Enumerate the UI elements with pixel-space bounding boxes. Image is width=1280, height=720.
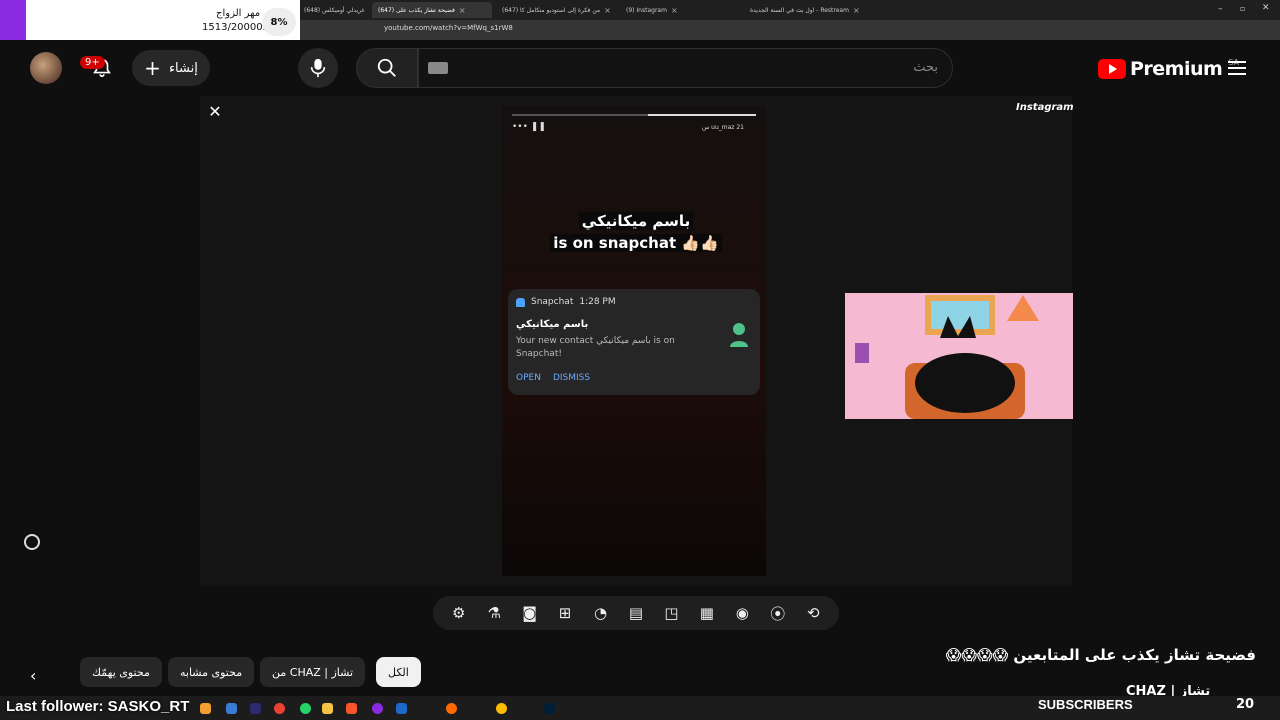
hamburger-menu-icon[interactable] [1228,61,1246,75]
caption-line: is on snapchat 👍🏻👍🏻 [550,234,722,252]
donation-goal-widget: مهر الزواج 1513/20000$ 8% [0,0,300,44]
ai-plus-icon[interactable]: ⊞ [555,604,575,622]
youtube-play-icon [1098,59,1126,79]
avatar[interactable] [30,52,62,84]
notif-open-button: OPEN [516,373,541,383]
video-title: فضيحة تشاز يكذب على المتابعين 😱😱😱😱 [945,646,1256,664]
whatsapp-icon[interactable] [300,703,311,714]
taskbar-app-icon[interactable] [200,703,211,714]
brave-icon[interactable] [346,703,357,714]
flask-icon[interactable]: ⚗ [484,604,504,622]
notif-time: 1:28 PM [579,297,616,307]
clapper-icon[interactable]: ▦ [697,604,717,622]
channel-watermark-icon [24,534,40,550]
story-progress-bar [512,114,756,116]
goal-progress-bar [0,0,26,44]
pip-icon[interactable]: ◳ [661,604,681,622]
speed-icon[interactable]: ◔ [591,604,611,622]
subscribers-label: SUBSCRIBERS [1038,697,1133,712]
notif-dismiss-button: DISMISS [552,373,591,383]
tab-label: (647) من فكرة إلى استوديو متكامل كا [502,6,601,14]
instagram-watermark: Instagram [1016,102,1074,113]
close-window-icon[interactable]: ✕ [1262,3,1270,13]
create-label: إنشاء [168,60,198,76]
subscribers-count: 20 [1236,697,1255,712]
tab-label: اول بث في السنة الجديدة - Restream [750,6,849,14]
contact-avatar-icon [730,323,748,347]
browser-tab[interactable]: اول بث في السنة الجديدة - Restream × [744,2,876,18]
taskbar-app-icon[interactable] [372,703,383,714]
last-follower-overlay: Last follower: SASKO_RT [6,698,190,715]
search-input[interactable] [418,48,953,88]
taskbar-app-icon[interactable] [446,703,457,714]
notif-body: Your new contact باسم ميكانيكي is on Sna… [516,336,675,359]
steam-icon[interactable] [396,703,407,714]
voice-search-button[interactable] [298,48,338,88]
loop-icon[interactable]: ⟲ [803,604,823,622]
chrome-icon[interactable] [274,703,285,714]
goal-value: 1513/20000$ [202,22,269,33]
more-options-icon: ••• ❚❚ [512,122,546,132]
search-button[interactable] [356,48,418,88]
chip-from-channel[interactable]: من CHAZ | تشاز [260,657,366,687]
taskbar-app-icon[interactable] [226,703,237,714]
browser-tab[interactable]: (9) Instagram × [620,2,740,18]
youtube-premium-logo[interactable]: Premium SA [1098,58,1239,80]
logo-text: Premium [1130,58,1223,80]
caption-line: باسم ميكانيكي [578,212,694,230]
snapchat-icon [516,297,525,307]
notification-count-badge: 9+ [80,56,105,69]
close-tab-icon[interactable]: × [459,6,466,15]
camera-icon[interactable]: ◙ [520,604,540,622]
browser-tab[interactable]: (648) غريدلي أوميكلس [298,2,368,18]
search-placeholder: بحث [913,60,938,75]
cinema-icon[interactable]: ▤ [626,604,646,622]
chip-related[interactable]: محتوى مشابه [168,657,255,687]
snapchat-notification: Snapchat 1:28 PM باسم ميكانيكي Your new c… [508,289,760,395]
browser-tab-active[interactable]: (647) فضيحة تشاز يكذب على × [372,2,492,18]
webcam-overlay [845,293,1073,419]
close-tab-icon[interactable]: × [604,6,611,15]
photoshop-icon[interactable] [544,703,555,714]
chevron-left-icon[interactable]: ‹ [30,666,36,685]
close-tab-icon[interactable]: × [853,6,860,15]
view-icon[interactable]: ◉ [732,604,752,622]
folder-icon[interactable] [322,703,333,714]
create-button[interactable]: إنشاء + [132,50,210,86]
plus-icon: + [144,56,161,80]
close-icon[interactable]: ✕ [206,102,224,121]
tab-label: (648) غريدلي أوميكلس [304,6,365,14]
story-caption: باسم ميكانيكي is on snapchat 👍🏻👍🏻 [546,210,726,254]
player-toolbar: ⚙ ⚗ ◙ ⊞ ◔ ▤ ◳ ▦ ◉ ⦿ ⟲ [433,596,839,630]
tab-label: (647) فضيحة تشاز يكذب على [378,6,455,14]
taskbar-app-icon[interactable] [496,703,507,714]
search-icon [377,58,396,77]
goal-title: مهر الزواج [216,8,261,19]
story-user: uu_maz 21 س [701,124,744,131]
minimize-icon[interactable]: – [1218,4,1223,14]
maximize-icon[interactable]: ▫ [1240,4,1245,13]
notif-app: Snapchat [531,297,574,307]
taskbar-app-icon[interactable] [250,703,261,714]
gear-icon[interactable]: ⚙ [449,604,469,622]
microphone-icon [310,58,326,78]
close-tab-icon[interactable]: × [671,6,678,15]
cartoon-fox-image [845,293,1073,419]
keyboard-icon[interactable] [428,62,448,74]
chip-for-you[interactable]: محتوى يهمّك [80,657,162,687]
tab-label: (9) Instagram [626,6,667,14]
browser-tab[interactable]: (647) من فكرة إلى استوديو متكامل كا × [496,2,616,18]
chip-all[interactable]: الكل [376,657,421,687]
broadcast-icon[interactable]: ⦿ [768,604,788,623]
goal-percent: 8% [262,8,296,36]
url-field[interactable]: youtube.com/watch?v=MfWq_s1rW8 [384,24,513,32]
notif-title: باسم ميكانيكي [516,319,589,330]
